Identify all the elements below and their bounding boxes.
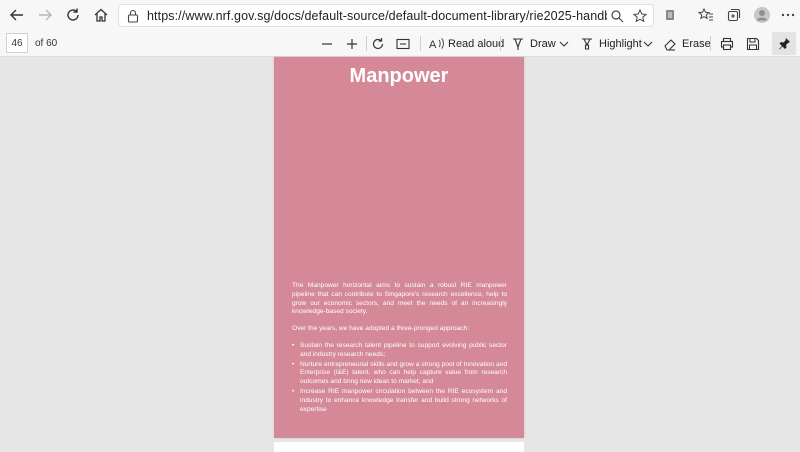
page-title: Manpower: [349, 65, 449, 87]
print-button[interactable]: [719, 33, 739, 54]
next-pdf-page: [274, 442, 524, 452]
divider: [366, 36, 367, 51]
list-item: Sustain the research talent pipeline to …: [292, 342, 507, 360]
forward-arrow-icon: [39, 9, 52, 21]
divider: [500, 36, 501, 51]
draw-pen-icon: [510, 36, 526, 52]
draw-button[interactable]: Draw: [510, 33, 556, 54]
printer-icon: [719, 36, 735, 52]
profile-avatar-icon[interactable]: [750, 4, 774, 26]
divider: [420, 36, 421, 51]
chevron-down-icon: [640, 36, 656, 52]
erase-label: Erase: [682, 37, 711, 50]
highlight-options-dropdown[interactable]: [640, 33, 660, 54]
save-disk-icon: [745, 36, 761, 52]
url-text[interactable]: https://www.nrf.gov.sg/docs/default-sour…: [147, 9, 607, 23]
read-aloud-label: Read aloud: [448, 37, 505, 50]
read-aloud-button[interactable]: A Read aloud: [428, 33, 505, 54]
address-bar[interactable]: https://www.nrf.gov.sg/docs/default-sour…: [118, 4, 654, 27]
zoom-search-icon[interactable]: [607, 6, 627, 26]
home-button[interactable]: [87, 1, 115, 29]
fit-page-button[interactable]: [395, 33, 415, 54]
rotate-button[interactable]: [370, 33, 390, 54]
highlight-button[interactable]: Highlight: [579, 33, 642, 54]
chevron-down-icon: [556, 36, 572, 52]
highlight-label: Highlight: [599, 37, 642, 50]
refresh-icon: [67, 8, 79, 21]
browser-toolbar: https://www.nrf.gov.sg/docs/default-sour…: [0, 0, 800, 30]
erase-button[interactable]: Erase: [662, 33, 711, 54]
approach-list: Sustain the research talent pipeline to …: [292, 342, 507, 414]
draw-options-dropdown[interactable]: [556, 33, 576, 54]
back-button[interactable]: [3, 1, 31, 29]
list-item: Increase RIE manpower circulation betwee…: [292, 388, 507, 414]
more-menu-icon[interactable]: [776, 4, 800, 26]
highlighter-icon: [579, 36, 595, 52]
approach-paragraph: Over the years, we have adopted a three-…: [292, 325, 470, 333]
intro-paragraph: The Manpower horizontal aims to sustain …: [292, 282, 507, 316]
eraser-icon: [662, 36, 678, 52]
pin-icon: [778, 38, 790, 50]
page-count: of 60: [35, 38, 58, 49]
pdf-toolbar: 46 of 60 A Read aloud Draw Highlight Era…: [0, 30, 800, 57]
collections-icon[interactable]: [722, 4, 746, 26]
refresh-button[interactable]: [59, 1, 87, 29]
svg-text:A: A: [429, 39, 437, 50]
fit-page-icon: [395, 36, 411, 52]
pin-toolbar-button[interactable]: [772, 32, 796, 55]
rotate-icon: [370, 36, 386, 52]
forward-button[interactable]: [31, 1, 59, 29]
read-aloud-icon: A: [428, 36, 444, 52]
page-number-input[interactable]: 46: [6, 33, 28, 53]
minus-icon: [319, 36, 335, 52]
draw-label: Draw: [530, 37, 556, 50]
back-arrow-icon: [10, 9, 23, 21]
home-icon: [94, 8, 108, 22]
pdf-page: Manpower The Manpower horizontal aims to…: [274, 57, 524, 438]
extensions-icon[interactable]: [658, 4, 682, 26]
favorite-star-icon[interactable]: [630, 6, 650, 26]
page-body: The Manpower horizontal aims to sustain …: [292, 282, 507, 415]
pdf-viewer[interactable]: Manpower The Manpower horizontal aims to…: [0, 57, 800, 452]
zoom-out-button[interactable]: [319, 33, 339, 54]
divider: [710, 36, 711, 51]
list-item: Nurture entrepreneurial skills and grow …: [292, 361, 507, 387]
plus-icon: [344, 36, 360, 52]
favorites-icon[interactable]: [694, 4, 718, 26]
lock-icon: [123, 6, 143, 26]
save-button[interactable]: [745, 33, 765, 54]
zoom-in-button[interactable]: [344, 33, 364, 54]
